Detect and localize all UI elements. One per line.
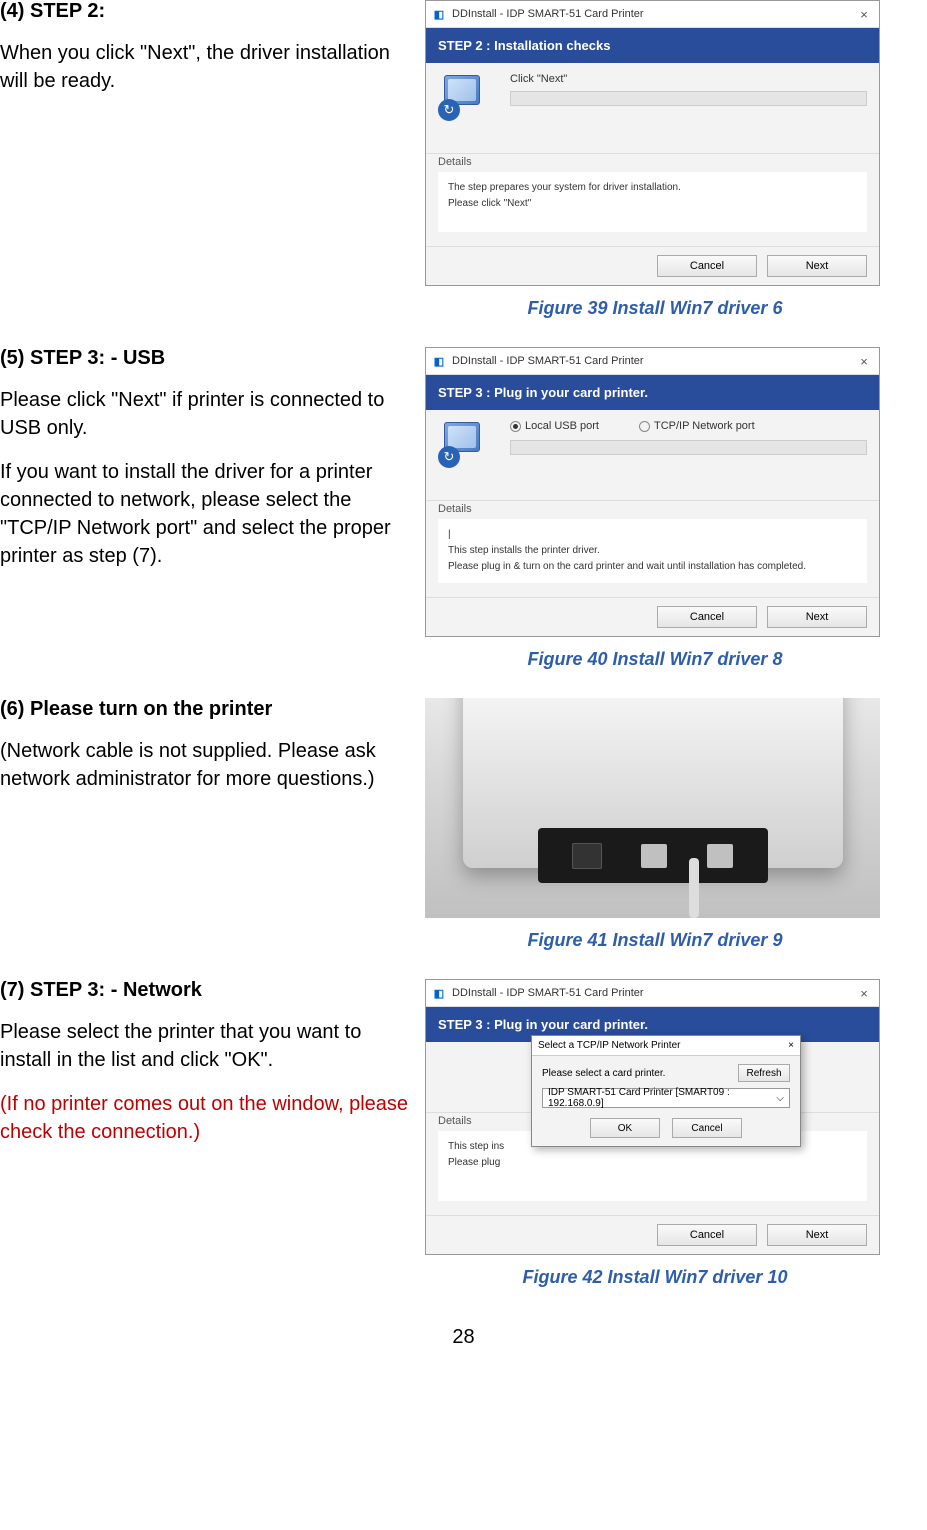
- warning-text: (If no printer comes out on the window, …: [0, 1090, 410, 1146]
- details-line: The step prepares your system for driver…: [448, 180, 857, 196]
- popup-label: Please select a card printer.: [542, 1068, 665, 1079]
- ethernet-port-icon: [641, 844, 667, 868]
- page-number: 28: [0, 1326, 927, 1349]
- radio-label: TCP/IP Network port: [654, 420, 755, 432]
- details-line: This step installs the printer driver.: [448, 543, 857, 559]
- dropdown-value: IDP SMART-51 Card Printer [SMART09 : 192…: [548, 1087, 776, 1109]
- installer-dialog: ◧ DDInstall - IDP SMART-51 Card Printer …: [425, 979, 880, 1255]
- usb-port-icon: [707, 844, 733, 868]
- radio-local-usb[interactable]: Local USB port: [510, 420, 599, 432]
- next-button[interactable]: Next: [767, 255, 867, 277]
- section-para: When you click "Next", the driver instal…: [0, 39, 410, 95]
- installer-dialog: ◧ DDInstall - IDP SMART-51 Card Printer …: [425, 347, 880, 637]
- section-para: Please click "Next" if printer is connec…: [0, 386, 410, 442]
- power-switch-icon: [572, 843, 602, 869]
- dialog-title: DDInstall - IDP SMART-51 Card Printer: [452, 987, 855, 999]
- printer-dropdown[interactable]: IDP SMART-51 Card Printer [SMART09 : 192…: [542, 1088, 790, 1108]
- ok-button[interactable]: OK: [590, 1118, 660, 1138]
- dialog-titlebar: ◧ DDInstall - IDP SMART-51 Card Printer …: [426, 1, 879, 28]
- radio-tcpip[interactable]: TCP/IP Network port: [639, 420, 755, 432]
- section-para: (Network cable is not supplied. Please a…: [0, 737, 410, 793]
- figure-caption: Figure 40 Install Win7 driver 8: [425, 649, 885, 670]
- cancel-button[interactable]: Cancel: [657, 1224, 757, 1246]
- close-icon[interactable]: ×: [855, 5, 873, 23]
- close-icon[interactable]: ×: [855, 352, 873, 370]
- dialog-title: DDInstall - IDP SMART-51 Card Printer: [452, 355, 855, 367]
- details-line: Please click "Next": [448, 196, 857, 212]
- radio-icon: [639, 421, 650, 432]
- cancel-button[interactable]: Cancel: [672, 1118, 742, 1138]
- dialog-titlebar: ◧ DDInstall - IDP SMART-51 Card Printer …: [426, 348, 879, 375]
- details-line: |: [448, 527, 857, 543]
- step-banner: STEP 2 : Installation checks: [426, 28, 879, 63]
- next-button[interactable]: Next: [767, 606, 867, 628]
- dialog-title: DDInstall - IDP SMART-51 Card Printer: [452, 8, 855, 20]
- section-heading: (7) STEP 3: - Network: [0, 979, 410, 1002]
- app-icon: ◧: [432, 7, 446, 21]
- computer-icon: ↻: [438, 73, 490, 121]
- dialog-titlebar: ◧ DDInstall - IDP SMART-51 Card Printer …: [426, 980, 879, 1007]
- popup-title: Select a TCP/IP Network Printer: [538, 1040, 680, 1051]
- details-label: Details: [426, 153, 879, 168]
- figure-caption: Figure 39 Install Win7 driver 6: [425, 298, 885, 319]
- progress-bar: [510, 440, 867, 455]
- close-icon[interactable]: ×: [788, 1040, 794, 1051]
- next-button[interactable]: Next: [767, 1224, 867, 1246]
- figure-caption: Figure 42 Install Win7 driver 10: [425, 1267, 885, 1288]
- installer-dialog: ◧ DDInstall - IDP SMART-51 Card Printer …: [425, 0, 880, 286]
- cable-icon: [689, 858, 699, 918]
- section-heading: (6) Please turn on the printer: [0, 698, 410, 721]
- instruction-text: Click "Next": [510, 73, 867, 85]
- network-printer-popup: Select a TCP/IP Network Printer × Please…: [531, 1035, 801, 1147]
- section-para: If you want to install the driver for a …: [0, 458, 410, 570]
- details-label: Details: [426, 500, 879, 515]
- computer-icon: ↻: [438, 420, 490, 468]
- details-box: | This step installs the printer driver.…: [438, 519, 867, 583]
- radio-icon: [510, 421, 521, 432]
- cancel-button[interactable]: Cancel: [657, 255, 757, 277]
- details-line: Please plug in & turn on the card printe…: [448, 559, 857, 575]
- section-heading: (4) STEP 2:: [0, 0, 410, 23]
- figure-caption: Figure 41 Install Win7 driver 9: [425, 930, 885, 951]
- app-icon: ◧: [432, 354, 446, 368]
- step-banner: STEP 3 : Plug in your card printer.: [426, 375, 879, 410]
- details-box: The step prepares your system for driver…: [438, 172, 867, 232]
- details-line: Please plug: [448, 1155, 857, 1171]
- app-icon: ◧: [432, 986, 446, 1000]
- chevron-down-icon: ⌵: [776, 1093, 784, 1104]
- progress-bar: [510, 91, 867, 106]
- radio-label: Local USB port: [525, 420, 599, 432]
- close-icon[interactable]: ×: [855, 984, 873, 1002]
- cancel-button[interactable]: Cancel: [657, 606, 757, 628]
- section-para: Please select the printer that you want …: [0, 1018, 410, 1074]
- printer-photo: [425, 698, 880, 918]
- section-heading: (5) STEP 3: - USB: [0, 347, 410, 370]
- refresh-button[interactable]: Refresh: [738, 1064, 790, 1082]
